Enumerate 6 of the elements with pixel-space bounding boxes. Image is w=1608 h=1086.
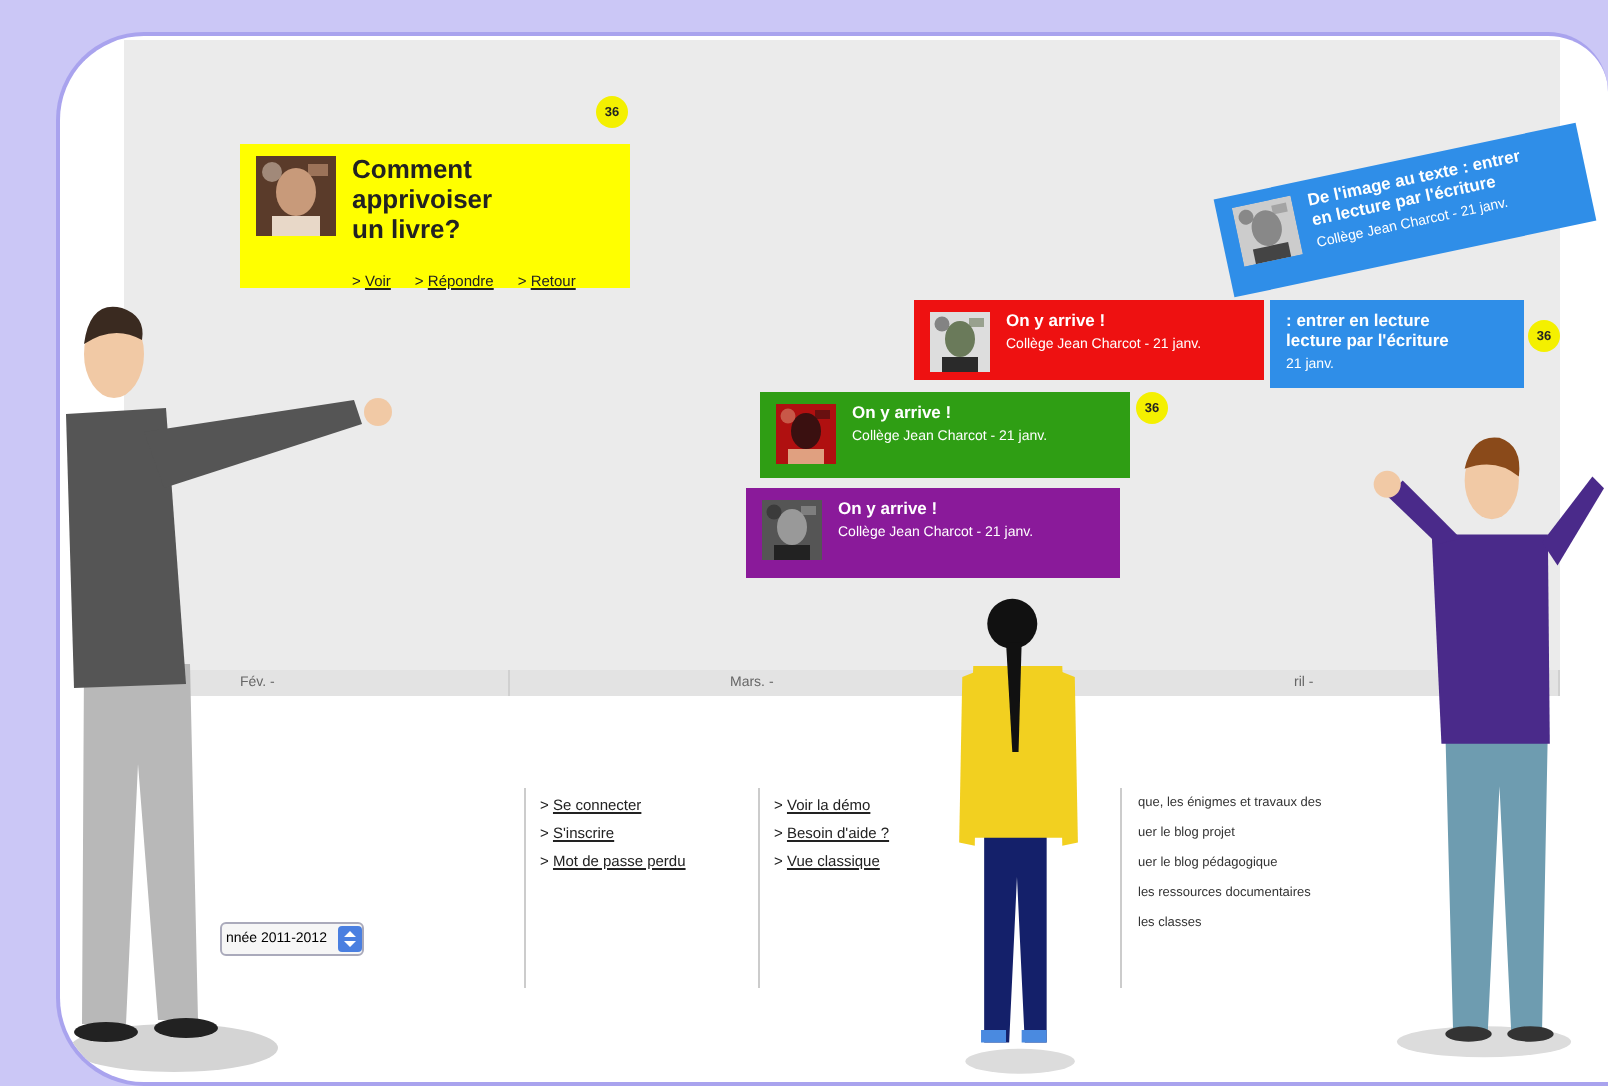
post-title: On y arrive ! <box>838 500 940 520</box>
post-title: : entrer en lecture lecture par l'écriture <box>1286 312 1449 352</box>
post-title: Comment apprivoiser un livre? <box>352 156 495 246</box>
spinner-icon <box>338 926 363 952</box>
post-title: On y arrive ! <box>852 404 954 424</box>
post-title: On y arrive ! <box>1006 312 1108 332</box>
